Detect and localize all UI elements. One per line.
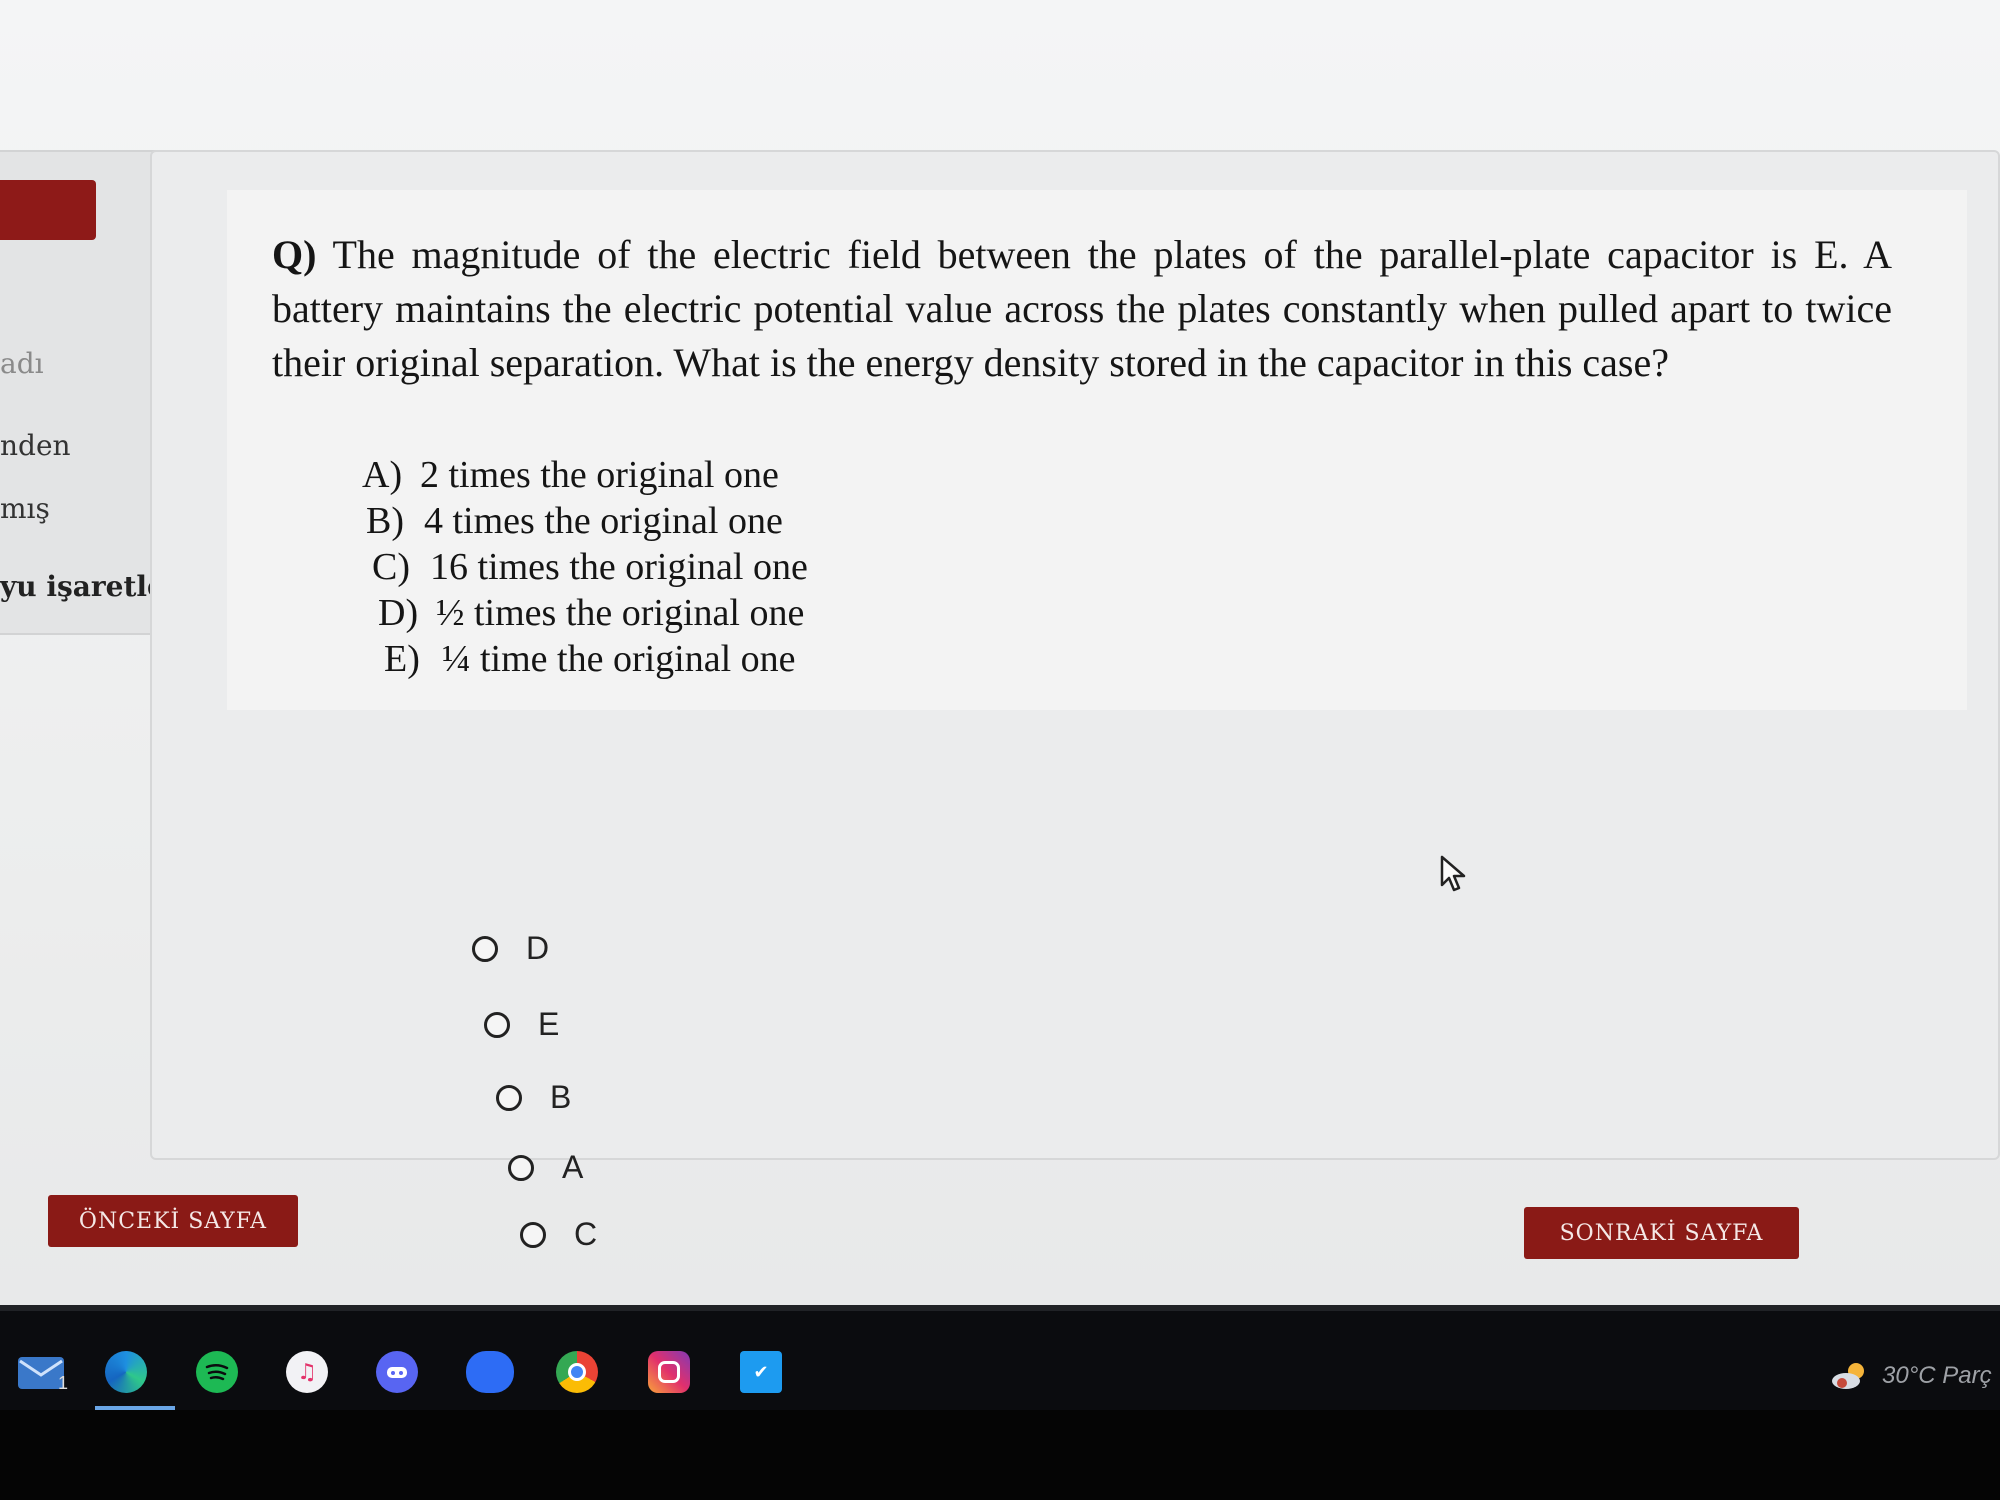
itunes-icon[interactable]: ♫: [286, 1351, 328, 1393]
option-letter: D): [378, 592, 419, 634]
sidebar-item-name: adı: [0, 347, 44, 380]
chrome-icon[interactable]: [556, 1351, 598, 1393]
answer-label: E: [538, 1006, 560, 1042]
discord-controller-icon: [387, 1367, 407, 1378]
previous-page-button[interactable]: ÖNCEKİ SAYFA: [48, 1195, 298, 1247]
zoom-icon[interactable]: [466, 1351, 514, 1393]
sidebar-item-flag-question[interactable]: yu işaretle: [0, 570, 165, 603]
option-text: ¼ time the original one: [442, 638, 796, 680]
twitter-icon[interactable]: ✔: [740, 1351, 782, 1393]
spotify-icon[interactable]: [196, 1351, 238, 1393]
answer-option-b[interactable]: B: [496, 1079, 571, 1116]
option-text: 2 times the original one: [420, 454, 779, 496]
sidebar-red-block[interactable]: [0, 180, 96, 240]
mail-badge: 1: [58, 1373, 69, 1393]
chrome-center-icon: [568, 1363, 586, 1381]
option-letter: C): [372, 546, 410, 588]
spotify-waves-icon: [205, 1364, 229, 1381]
question-prefix: Q): [272, 232, 317, 277]
radio-button[interactable]: [520, 1221, 546, 1248]
question-body: The magnitude of the electric field betw…: [272, 232, 1892, 385]
answer-label: B: [550, 1079, 572, 1115]
discord-icon[interactable]: [376, 1351, 418, 1393]
answer-option-a[interactable]: A: [508, 1149, 583, 1186]
next-page-button[interactable]: SONRAKİ SAYFA: [1524, 1207, 1799, 1259]
music-note-icon: ♫: [297, 1359, 317, 1385]
option-text: 4 times the original one: [424, 500, 783, 542]
radio-button[interactable]: [472, 935, 498, 962]
camera-icon: [658, 1361, 680, 1383]
answer-label: D: [526, 930, 550, 966]
answer-option-e[interactable]: E: [484, 1006, 559, 1043]
question-text: Q) The magnitude of the electric field b…: [272, 228, 1892, 390]
weather-text: 30°C Parç: [1882, 1362, 1992, 1389]
sidebar-item-status: mış: [0, 492, 50, 525]
radio-button[interactable]: [496, 1084, 522, 1111]
radio-button[interactable]: [484, 1011, 510, 1038]
option-b: B) 4 times the original one: [366, 498, 808, 544]
partly-cloudy-icon: [1832, 1363, 1864, 1389]
option-letter: B): [366, 500, 404, 542]
mouse-pointer-icon: [1440, 855, 1466, 892]
option-letter: A): [362, 454, 403, 496]
option-text: 16 times the original one: [430, 546, 808, 588]
option-list: A) 2 times the original one B) 4 times the…: [362, 452, 808, 682]
option-text: ½ times the original one: [436, 592, 805, 634]
option-letter: E): [384, 638, 420, 680]
taskbar: 1 ♫ ✔ 30°C Parç: [0, 1305, 2000, 1410]
question-box: Q) The magnitude of the electric field b…: [227, 190, 1967, 710]
sidebar-item-from: nden: [0, 429, 71, 462]
option-e: E) ¼ time the original one: [384, 636, 808, 682]
monitor-bezel: [0, 1410, 2000, 1500]
answer-option-c[interactable]: C: [520, 1216, 597, 1253]
weather-widget[interactable]: 30°C Parç: [1830, 1361, 1992, 1391]
radio-button[interactable]: [508, 1154, 534, 1181]
answer-option-d[interactable]: D: [472, 930, 549, 967]
instagram-icon[interactable]: [648, 1351, 690, 1393]
edge-icon[interactable]: [105, 1351, 147, 1393]
answer-label: A: [562, 1149, 584, 1185]
option-c: C) 16 times the original one: [372, 544, 808, 590]
question-card: Q) The magnitude of the electric field b…: [150, 150, 2000, 1252]
bird-icon: ✔: [753, 1361, 769, 1383]
answer-label: C: [574, 1216, 598, 1252]
option-d: D) ½ times the original one: [378, 590, 808, 636]
option-a: A) 2 times the original one: [362, 452, 808, 498]
